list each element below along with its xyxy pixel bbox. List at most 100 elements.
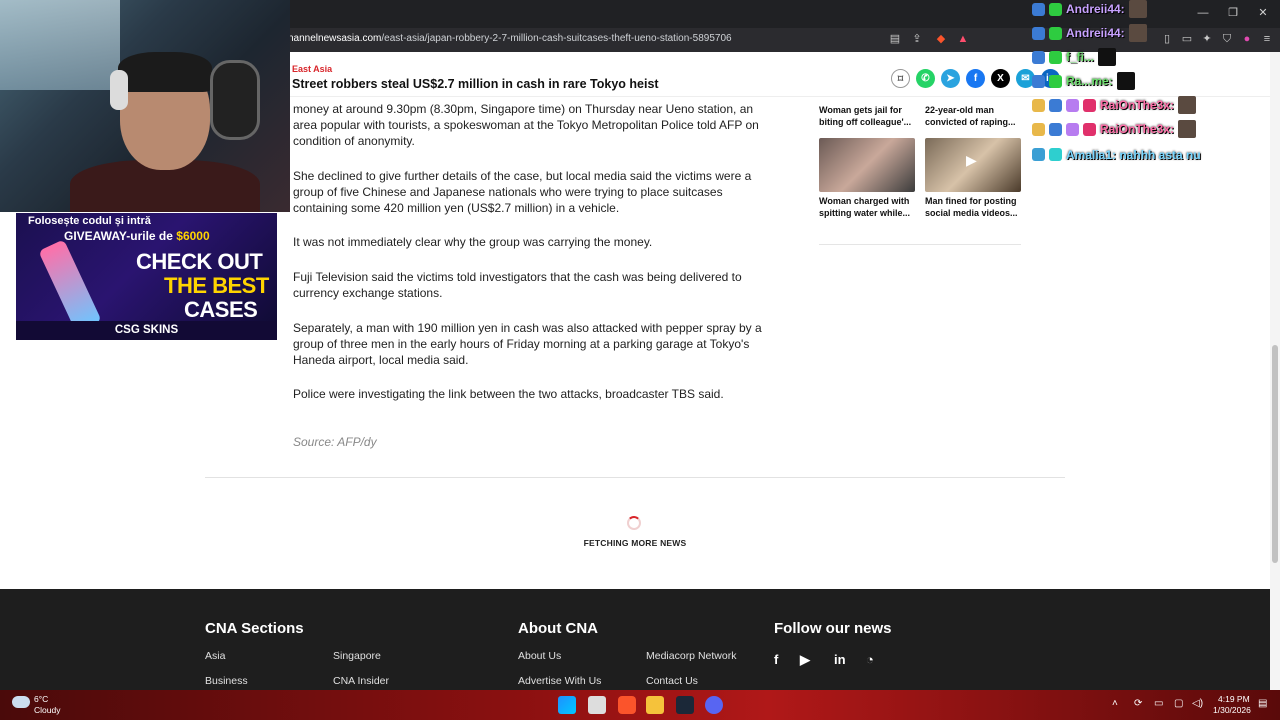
whatsapp-icon[interactable]: ✆: [916, 69, 935, 88]
vpn-icon[interactable]: ⛉: [1220, 32, 1234, 46]
display-icon[interactable]: ▭: [1154, 698, 1163, 709]
footer-link[interactable]: Mediacorp Network: [646, 650, 736, 662]
sidebar-icon[interactable]: ▯: [1160, 32, 1174, 46]
brave-rewards-icon[interactable]: ▲: [956, 32, 970, 46]
footer-link[interactable]: Contact Us: [646, 675, 698, 687]
x-twitter-icon[interactable]: X: [991, 69, 1010, 88]
chat-message: Andreii44:: [1032, 24, 1147, 42]
share-page-icon[interactable]: ⇪: [910, 32, 924, 46]
microphone-icon: [210, 60, 260, 140]
related-card-title[interactable]: Man fined for posting social media video…: [925, 195, 1025, 219]
section-label[interactable]: East Asia: [292, 64, 332, 74]
footer-link[interactable]: Advertise With Us: [518, 675, 601, 687]
url-text[interactable]: nannelnewsasia.com/east-asia/japan-robbe…: [288, 33, 732, 44]
chat-emote-icon: [1128, 0, 1147, 18]
bookmark-icon[interactable]: ⌑: [891, 69, 910, 88]
chat-username: f_fi...: [1066, 50, 1095, 64]
promo-cta-2: THE BEST: [164, 273, 269, 298]
related-card-title[interactable]: 22-year-old man convicted of raping...: [925, 104, 1025, 128]
footer-heading-sections: CNA Sections: [205, 620, 304, 637]
windows-start-icon[interactable]: [558, 696, 576, 714]
badge-icon: [1049, 122, 1062, 136]
promo-amount: $6000: [176, 229, 210, 243]
article-paragraph: money at around 9.30pm (8.30pm, Singapor…: [293, 102, 759, 148]
footer-link[interactable]: CNA Insider: [333, 675, 389, 687]
tray-overflow-icon[interactable]: ˄: [1112, 698, 1118, 709]
close-icon[interactable]: ✕: [1256, 6, 1270, 20]
footer-link[interactable]: Business: [205, 675, 248, 687]
webcam-overlay: [0, 0, 290, 212]
clock-date[interactable]: 1/30/2026: [1213, 705, 1251, 715]
taskbar: [0, 690, 1280, 720]
weather-condition[interactable]: Cloudy: [34, 705, 60, 715]
linkedin-icon[interactable]: in: [834, 652, 846, 667]
badge-icon: [1032, 98, 1045, 112]
badge-icon: [1049, 98, 1062, 112]
related-card-title[interactable]: Woman gets jail for biting off colleague…: [819, 104, 919, 128]
badge-icon: [1032, 2, 1045, 16]
chat-username: Andreii44:: [1066, 2, 1125, 16]
weather-temperature[interactable]: 6°C: [34, 694, 48, 704]
telegram-icon[interactable]: ➤: [941, 69, 960, 88]
chat-message: Amalia1: nahhh asta nu: [1032, 146, 1201, 164]
promo-line-2-prefix: GIVEAWAY-urile de: [64, 229, 177, 243]
badge-icon: [1032, 148, 1045, 162]
brave-browser-icon[interactable]: [618, 696, 636, 714]
discord-icon[interactable]: [705, 696, 723, 714]
cloud-icon[interactable]: [12, 696, 30, 708]
chat-username: Andreii44:: [1066, 26, 1125, 40]
chat-username: Amalia1: nahhh asta nu: [1066, 147, 1201, 162]
brave-shields-icon[interactable]: ◆: [934, 32, 948, 46]
footer-link[interactable]: Asia: [205, 650, 225, 662]
chat-emote-icon: [1178, 96, 1197, 114]
minimize-icon[interactable]: —: [1196, 6, 1210, 20]
facebook-icon[interactable]: f: [774, 652, 778, 667]
badge-icon: [1032, 122, 1045, 136]
footer-heading-about: About CNA: [518, 620, 598, 637]
chat-emote-icon: [1098, 48, 1117, 66]
sync-icon[interactable]: ⟳: [1134, 698, 1142, 709]
reader-mode-icon[interactable]: ▤: [888, 32, 902, 46]
badge-icon: [1083, 122, 1096, 136]
badge-icon: [1049, 50, 1062, 64]
article-paragraph: Fuji Television said the victims told in…: [293, 270, 742, 300]
rss-icon[interactable]: ◔: [866, 652, 874, 667]
notification-icon[interactable]: ▤: [1258, 698, 1267, 709]
promo-line-1: Folosește codul și intră: [28, 215, 151, 227]
promo-banner[interactable]: Folosește codul și intră GIVEAWAY-urile …: [16, 213, 277, 340]
extensions-icon[interactable]: ✦: [1200, 32, 1214, 46]
chat-username: RaiOnThe3x:: [1100, 98, 1175, 112]
footer-link[interactable]: Singapore: [333, 650, 381, 662]
video-play-icon: ▶: [966, 152, 977, 168]
webcam-person-hair: [118, 52, 212, 92]
task-view-icon[interactable]: [588, 696, 606, 714]
restore-icon[interactable]: ❐: [1226, 6, 1240, 20]
url-path: /east-asia/japan-robbery-2-7-million-cas…: [381, 33, 732, 44]
related-card-thumbnail[interactable]: [819, 138, 915, 192]
chat-message: Andreii44:: [1032, 0, 1147, 18]
profile-icon[interactable]: ●: [1240, 32, 1254, 46]
clock-time[interactable]: 4:19 PM: [1218, 694, 1250, 704]
scrollbar-thumb[interactable]: [1272, 345, 1278, 563]
footer-link[interactable]: About Us: [518, 650, 561, 662]
badge-icon: [1049, 2, 1062, 16]
related-card-title[interactable]: Woman charged with spitting water while.…: [819, 195, 919, 219]
chat-username: Ra...me:: [1066, 74, 1113, 88]
menu-icon[interactable]: ≡: [1260, 32, 1274, 46]
webcam-background-window: [0, 0, 120, 90]
chat-emote-icon: [1116, 72, 1135, 90]
badge-icon: [1032, 50, 1045, 64]
badge-icon: [1066, 122, 1079, 136]
headset-icon: [110, 70, 128, 110]
article-source: Source: AFP/dy: [293, 435, 377, 449]
promo-brand: CSG SKINS: [16, 321, 277, 340]
volume-icon[interactable]: ◁): [1192, 698, 1203, 709]
facebook-icon[interactable]: f: [966, 69, 985, 88]
network-icon[interactable]: ▢: [1174, 698, 1183, 709]
wallet-icon[interactable]: ▭: [1180, 32, 1194, 46]
file-explorer-icon[interactable]: [646, 696, 664, 714]
sticky-headline: Street robbers steal US$2.7 million in c…: [292, 77, 659, 91]
badge-icon: [1083, 98, 1096, 112]
steam-icon[interactable]: [676, 696, 694, 714]
youtube-icon[interactable]: ▶: [800, 652, 810, 668]
